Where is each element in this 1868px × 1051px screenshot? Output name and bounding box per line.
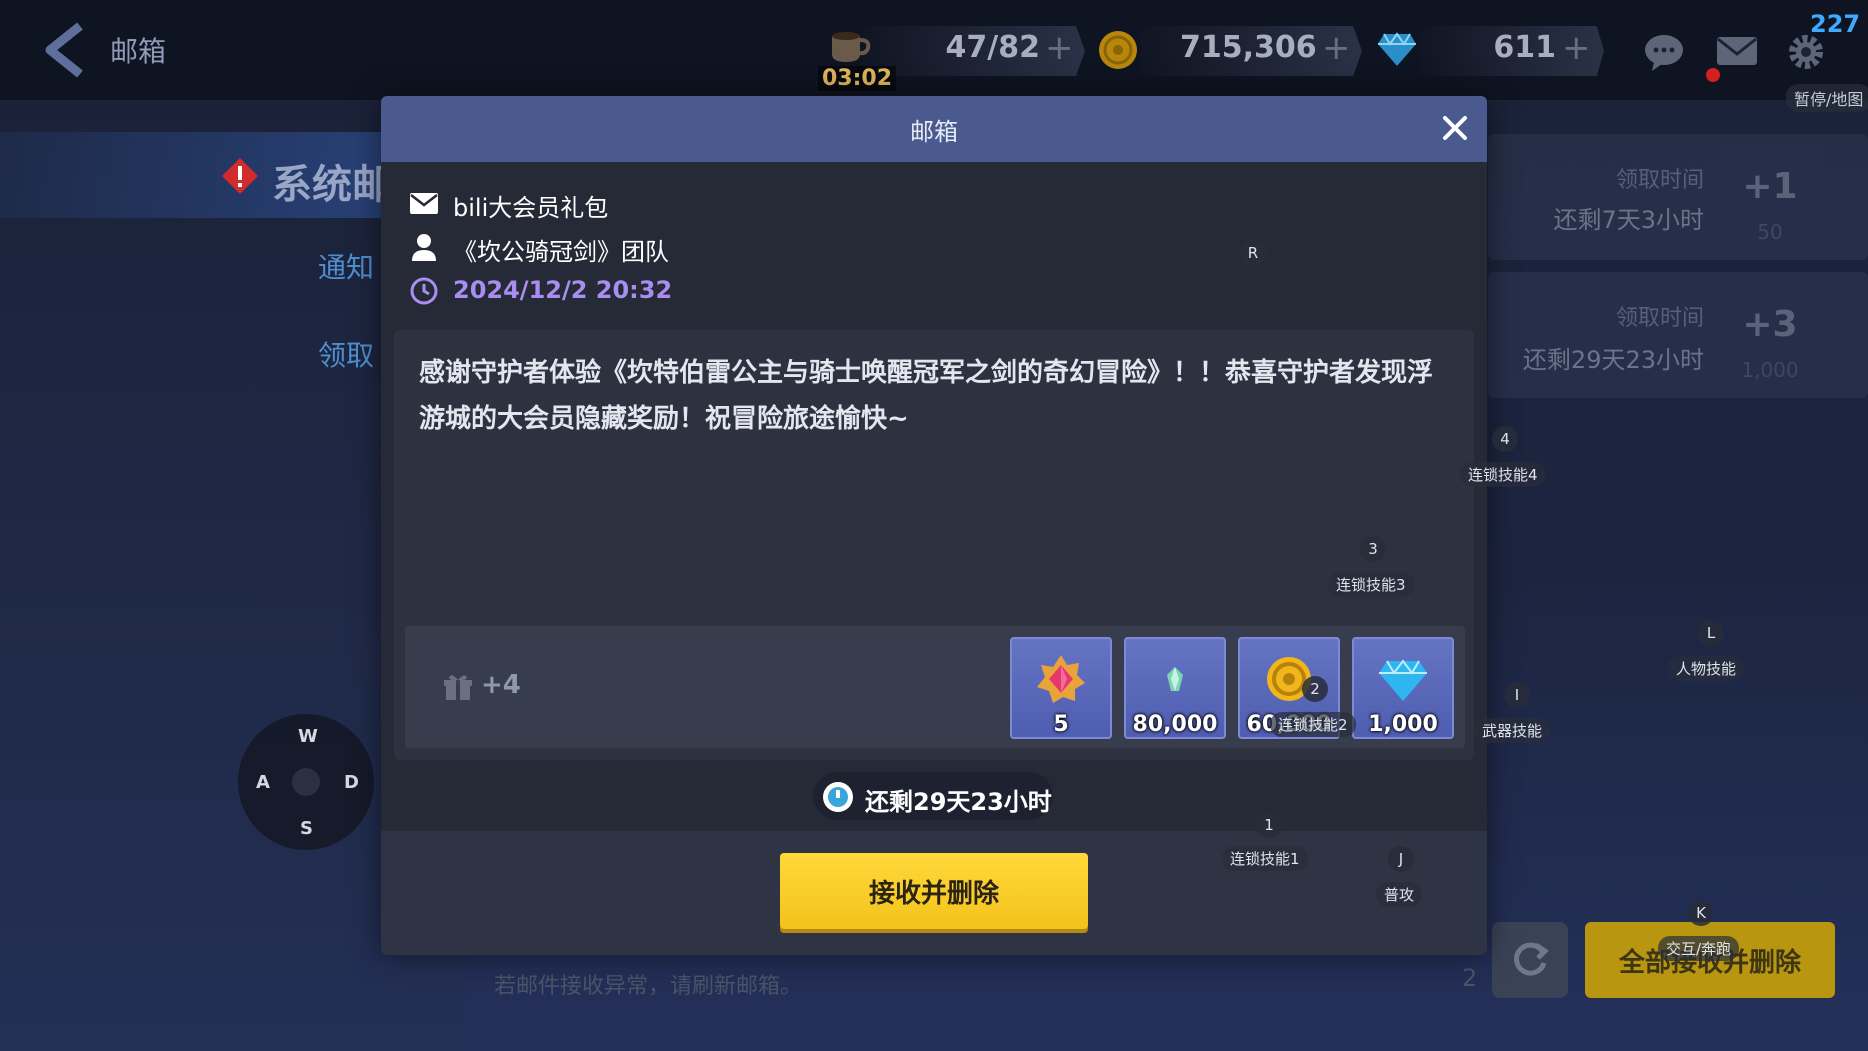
- accept-delete-button[interactable]: 接收并删除: [780, 853, 1088, 929]
- remaining-time-text: 还剩29天23小时: [865, 788, 1052, 816]
- tab-notice[interactable]: 通知: [318, 246, 374, 286]
- back-arrow-icon[interactable]: [40, 20, 90, 80]
- key-label-weapon-skill: 武器技能: [1474, 718, 1551, 743]
- remaining-time: 还剩7天3小时: [1553, 206, 1704, 234]
- envelope-icon: [409, 188, 439, 218]
- close-icon[interactable]: [1437, 110, 1473, 146]
- mail-sender: 《坎公骑冠剑》团队: [453, 238, 669, 266]
- gem-plus-button[interactable]: +: [1562, 28, 1591, 68]
- reward-badge: +3 1,000: [1720, 284, 1820, 384]
- mail-subject: bili大会员礼包: [453, 194, 609, 222]
- badge-sub: 50: [1757, 220, 1783, 244]
- key-d: D: [344, 772, 359, 793]
- key-label-character-skill: 人物技能: [1668, 656, 1745, 681]
- reward-badge: +1 50: [1720, 146, 1820, 246]
- key-label-chain4: 连锁技能4: [1460, 462, 1546, 487]
- refresh-hint: 若邮件接收异常，请刷新邮箱。: [494, 974, 803, 999]
- mail-date: 2024/12/2 20:32: [453, 276, 673, 304]
- stamina-timer: 03:02: [818, 66, 897, 91]
- badge-sub: 1,000: [1741, 358, 1799, 382]
- chat-icon[interactable]: [1644, 32, 1684, 72]
- mail-count: 2: [1462, 964, 1478, 992]
- key-label-chain2: 连锁技能2: [1270, 712, 1356, 737]
- clock-icon: [409, 276, 439, 306]
- fps-counter: 227: [1810, 10, 1861, 38]
- claim-time-label: 领取时间: [1615, 306, 1704, 331]
- stamina-plus-button[interactable]: +: [1045, 28, 1074, 68]
- diamond-icon: [1376, 28, 1418, 70]
- gold-coin-icon: [1098, 30, 1138, 70]
- category-system-mail[interactable]: 系统邮: [272, 152, 392, 210]
- claim-time-label: 领取时间: [1615, 168, 1704, 193]
- pause-map-label: 暂停/地图: [1786, 84, 1868, 112]
- key-hint-r: R: [1240, 240, 1266, 266]
- key-label-attack: 普攻: [1376, 882, 1423, 907]
- item-quantity: 1,000: [1368, 712, 1438, 737]
- coffee-icon: [826, 26, 872, 66]
- key-w: W: [298, 726, 318, 747]
- gear-icon[interactable]: [1786, 32, 1826, 72]
- gift-icon: [443, 672, 473, 702]
- extra-items-count: +4: [481, 670, 521, 700]
- user-icon: [409, 232, 439, 262]
- item-quantity: 80,000: [1132, 712, 1218, 737]
- dpad-center: [292, 768, 320, 796]
- mail-icon[interactable]: [1716, 34, 1758, 68]
- key-s: S: [300, 818, 313, 839]
- gem-badge-icon: [1037, 655, 1085, 703]
- item-quantity: 5: [1053, 712, 1069, 737]
- reward-item[interactable]: 5: [1010, 637, 1112, 739]
- reward-item[interactable]: 1,000: [1352, 637, 1454, 739]
- movement-dpad[interactable]: W A D S: [238, 714, 374, 850]
- gold-plus-button[interactable]: +: [1322, 28, 1351, 68]
- key-label-chain1: 连锁技能1: [1222, 846, 1308, 871]
- crystal-icon: [1167, 667, 1183, 691]
- key-hint-j: J: [1388, 846, 1414, 872]
- mail-dialog: 邮箱 bili大会员礼包 《坎公骑冠剑》团队 2024/12/2 20:32 感…: [381, 96, 1487, 955]
- refresh-button[interactable]: [1492, 922, 1568, 998]
- key-hint-i: I: [1504, 682, 1530, 708]
- key-label-interact-run: 交互/奔跑: [1658, 936, 1740, 961]
- key-hint-1: 1: [1256, 812, 1282, 838]
- mail-body-text: 感谢守护者体验《坎特伯雷公主与骑士唤醒冠军之剑的奇幻冒险》！！恭喜守护者发现浮游…: [419, 358, 1434, 434]
- key-label-chain3: 连锁技能3: [1328, 572, 1414, 597]
- badge-count: +3: [1742, 304, 1798, 345]
- page-title: 邮箱: [110, 35, 167, 68]
- alert-icon: [220, 156, 260, 196]
- dialog-title: 邮箱: [910, 118, 958, 146]
- key-hint-k: K: [1688, 900, 1714, 926]
- notification-dot: [1706, 68, 1720, 82]
- remaining-time: 还剩29天23小时: [1522, 346, 1704, 374]
- reward-item[interactable]: 80,000: [1124, 637, 1226, 739]
- badge-count: +1: [1742, 166, 1798, 207]
- diamond-icon: [1379, 659, 1427, 701]
- gem-value: 611: [1493, 30, 1556, 65]
- key-hint-l: L: [1698, 620, 1724, 646]
- key-hint-4: 4: [1492, 426, 1518, 452]
- gold-value: 715,306: [1180, 30, 1317, 65]
- tab-claim[interactable]: 领取: [318, 334, 374, 374]
- refresh-icon: [1514, 942, 1549, 976]
- key-hint-3: 3: [1360, 536, 1386, 562]
- stamina-value: 47/82: [945, 30, 1040, 65]
- timer-icon: [821, 780, 855, 814]
- key-hint-2: 2: [1302, 676, 1328, 702]
- key-a: A: [256, 772, 270, 793]
